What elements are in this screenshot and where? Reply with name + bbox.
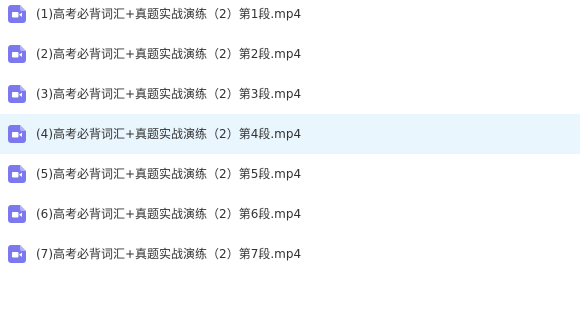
file-row-7[interactable]: (7)高考必背词汇+真题实战演练（2）第7段.mp4 xyxy=(0,234,580,274)
file-name: (7)高考必背词汇+真题实战演练（2）第7段.mp4 xyxy=(36,247,302,261)
file-row-5[interactable]: (5)高考必背词汇+真题实战演练（2）第5段.mp4 xyxy=(0,154,580,194)
video-file-icon xyxy=(8,125,26,143)
file-name: (1)高考必背词汇+真题实战演练（2）第1段.mp4 xyxy=(36,7,302,21)
video-file-icon xyxy=(8,85,26,103)
file-list: (1)高考必背词汇+真题实战演练（2）第1段.mp4 (2)高考必背词汇+真题实… xyxy=(0,0,580,313)
file-name: (4)高考必背词汇+真题实战演练（2）第4段.mp4 xyxy=(36,127,302,141)
file-row-2[interactable]: (2)高考必背词汇+真题实战演练（2）第2段.mp4 xyxy=(0,34,580,74)
file-row-1[interactable]: (1)高考必背词汇+真题实战演练（2）第1段.mp4 xyxy=(0,0,580,34)
file-name: (6)高考必背词汇+真题实战演练（2）第6段.mp4 xyxy=(36,207,302,221)
file-row-3[interactable]: (3)高考必背词汇+真题实战演练（2）第3段.mp4 xyxy=(0,74,580,114)
file-name: (5)高考必背词汇+真题实战演练（2）第5段.mp4 xyxy=(36,167,302,181)
video-file-icon xyxy=(8,5,26,23)
file-name: (3)高考必背词汇+真题实战演练（2）第3段.mp4 xyxy=(36,87,302,101)
video-file-icon xyxy=(8,245,26,263)
file-name: (2)高考必背词汇+真题实战演练（2）第2段.mp4 xyxy=(36,47,302,61)
file-row-6[interactable]: (6)高考必背词汇+真题实战演练（2）第6段.mp4 xyxy=(0,194,580,234)
video-file-icon xyxy=(8,45,26,63)
video-file-icon xyxy=(8,165,26,183)
file-row-4[interactable]: (4)高考必背词汇+真题实战演练（2）第4段.mp4 xyxy=(0,114,580,154)
video-file-icon xyxy=(8,205,26,223)
